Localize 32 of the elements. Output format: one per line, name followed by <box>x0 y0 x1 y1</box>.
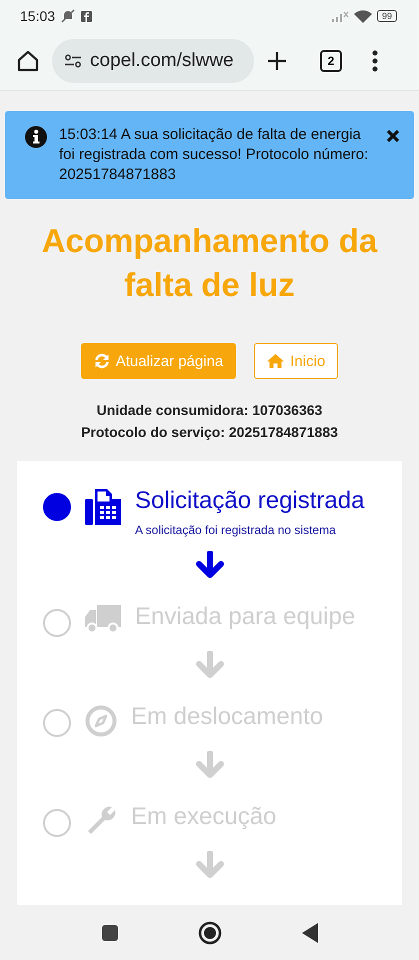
recent-apps-button[interactable] <box>102 924 118 940</box>
status-time: 15:03 <box>20 8 56 24</box>
site-settings-icon[interactable] <box>64 54 82 68</box>
down-arrow-icon <box>195 651 225 679</box>
info-icon <box>25 126 47 148</box>
muted-bell-icon <box>60 9 76 23</box>
fax-icon <box>85 489 121 525</box>
compass-icon <box>85 705 117 737</box>
tab-count-button[interactable]: 2 <box>320 50 342 72</box>
home-button[interactable] <box>198 920 222 944</box>
truck-icon <box>85 605 121 633</box>
step-title: Solicitação registrada <box>135 486 364 516</box>
alert-message: 15:03:14 A sua solicitação de falta de energia foi registrada com sucesso! Protocolo número: 20251784871883 <box>59 125 370 185</box>
battery-icon: 99 <box>376 10 397 22</box>
page-title: Acompanhamento da falta de luz <box>40 221 378 305</box>
close-icon[interactable] <box>386 129 400 143</box>
wifi-icon <box>354 10 372 22</box>
address-bar[interactable]: copel.com/slwwe <box>52 39 254 83</box>
home-icon <box>267 354 284 368</box>
down-arrow-icon <box>195 551 225 579</box>
down-arrow-icon <box>195 851 225 879</box>
back-button[interactable] <box>302 922 318 942</box>
step-description: A solicitação foi registrada no sistema <box>135 523 337 537</box>
home-icon[interactable] <box>16 49 40 73</box>
info-text: Unidade consumidora: 107036363 <box>96 401 324 420</box>
info-text: Protocolo do serviço: 20251784871883 <box>81 423 338 442</box>
facebook-icon <box>81 10 92 22</box>
refresh-icon <box>94 353 110 369</box>
new-tab-icon[interactable] <box>266 50 288 72</box>
menu-icon[interactable] <box>372 50 378 72</box>
signal-icon <box>330 10 349 22</box>
down-arrow-icon <box>195 751 225 779</box>
